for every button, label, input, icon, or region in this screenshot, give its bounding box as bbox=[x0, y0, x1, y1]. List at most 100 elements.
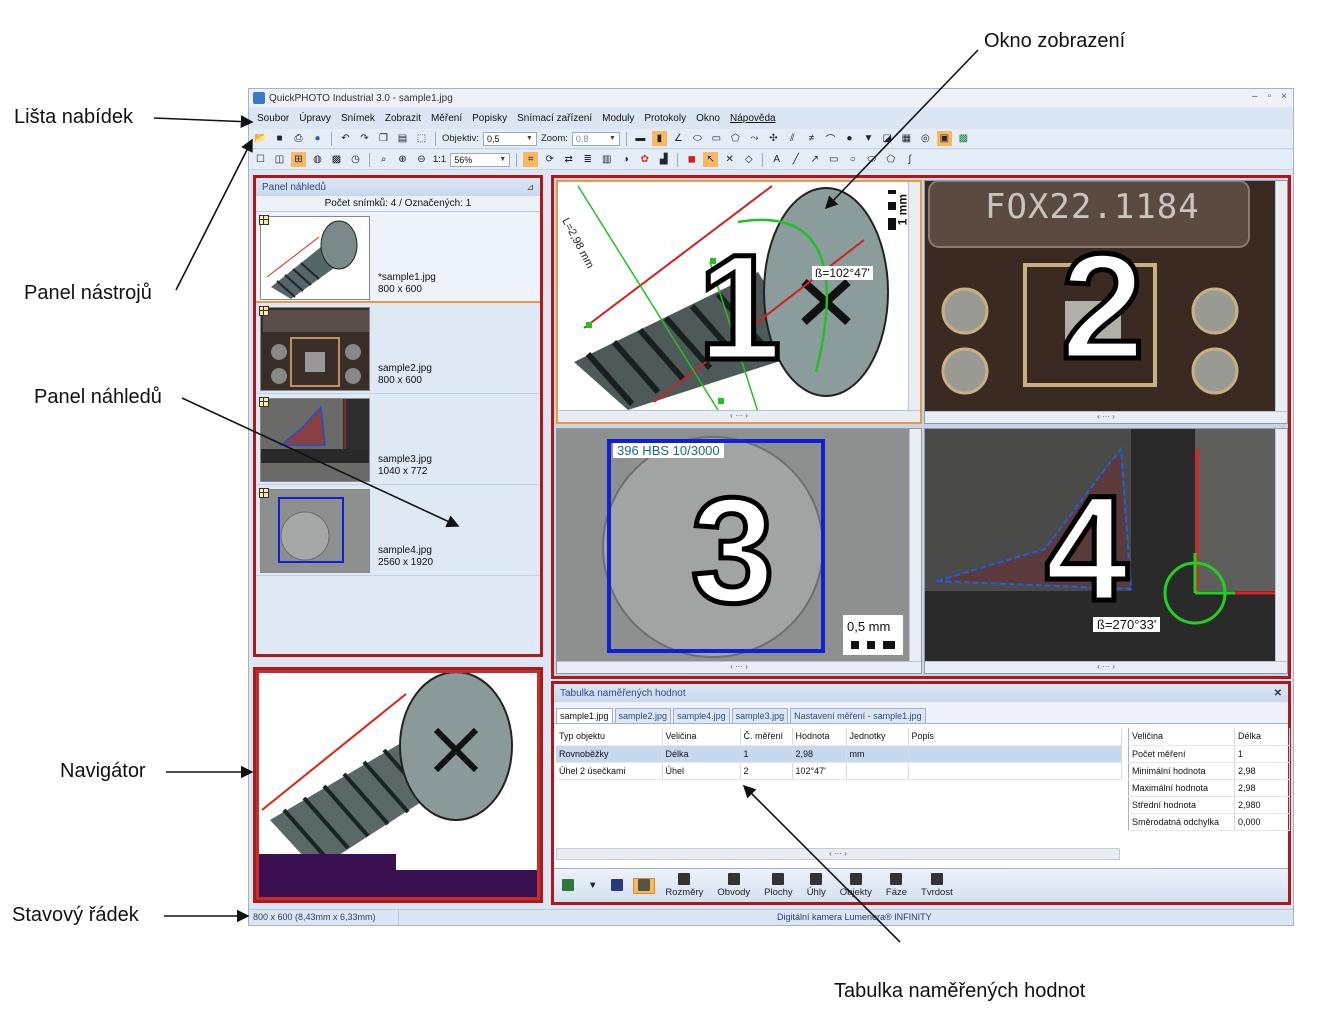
table-horizontal-scrollbar[interactable]: ‹ ··· › bbox=[556, 848, 1120, 860]
column-header[interactable]: Typ objektu bbox=[556, 728, 663, 746]
tab-sample2[interactable]: sample2.jpg bbox=[614, 708, 672, 723]
menu-snimaci-zarizeni[interactable]: Snímací zařízení bbox=[517, 113, 592, 124]
color-icon[interactable]: ✿ bbox=[637, 152, 652, 167]
clock-icon[interactable]: ◷ bbox=[348, 152, 363, 167]
image-view-3[interactable]: 396 HBS 10/3000 0,5 mm 3 ‹ ··· › bbox=[556, 428, 922, 674]
image-view-4[interactable]: ß=270°33' 4 ‹ ··· › bbox=[924, 428, 1288, 674]
menu-mereni[interactable]: Měření bbox=[431, 113, 462, 124]
horizontal-scrollbar[interactable]: ‹ ··· › bbox=[925, 411, 1287, 423]
restore-button[interactable]: ▫ bbox=[1268, 91, 1272, 102]
tab-sample4[interactable]: sample4.jpg bbox=[673, 708, 730, 723]
navigator-panel[interactable] bbox=[253, 667, 543, 903]
eraser-icon[interactable]: ◇ bbox=[741, 152, 756, 167]
angle-tool-icon[interactable]: ∠ bbox=[671, 131, 686, 146]
panorama-icon[interactable]: ▥ bbox=[599, 152, 614, 167]
grid-icon[interactable]: ▦ bbox=[899, 131, 914, 146]
tab-sample3[interactable]: sample3.jpg bbox=[731, 708, 789, 723]
vertical-scale-icon[interactable]: ▮ bbox=[651, 131, 667, 146]
column-header[interactable]: Popis bbox=[908, 728, 1122, 746]
column-header[interactable]: Jednotky bbox=[846, 728, 909, 746]
target-icon[interactable]: ◎ bbox=[918, 131, 933, 146]
line-tool-icon[interactable]: ╱ bbox=[788, 152, 803, 167]
lines-tool-icon[interactable]: ⫽ bbox=[785, 131, 800, 146]
close-icon[interactable]: ✕ bbox=[1274, 688, 1282, 699]
horizontal-scrollbar[interactable]: ‹ ··· › bbox=[557, 661, 921, 673]
excel-icon[interactable]: ▩ bbox=[956, 131, 971, 146]
table-row[interactable]: Úhel 2 úsečkami Úhel 2 102°47' bbox=[556, 762, 1122, 780]
thumbnail-item[interactable]: *sample1.jpg 800 x 600 bbox=[256, 212, 540, 303]
rect-tool-icon[interactable]: ▭ bbox=[709, 131, 724, 146]
thumbnail-item[interactable]: sample3.jpg 1040 x 772 bbox=[256, 394, 540, 485]
zoom-fit-icon[interactable]: ⌕ bbox=[376, 152, 391, 167]
image-view-2[interactable]: FOX22.1184 2 ‹ ··· › bbox=[924, 180, 1288, 424]
globe-icon[interactable]: ◍ bbox=[310, 152, 325, 167]
perimeters-button[interactable]: Obvody bbox=[713, 873, 754, 898]
histogram-icon[interactable]: ▟ bbox=[656, 152, 671, 167]
export-button[interactable] bbox=[607, 878, 627, 893]
thumbnail-item[interactable]: sample4.jpg 2560 x 1920 bbox=[256, 485, 540, 576]
parallel-tool-icon[interactable]: ≠ bbox=[804, 131, 819, 146]
menu-snimek[interactable]: Snímek bbox=[341, 113, 375, 124]
vertical-scrollbar[interactable] bbox=[908, 182, 920, 422]
zoom-select[interactable]: 0,8 ▼ bbox=[571, 131, 620, 146]
menu-napoveda[interactable]: Nápověda bbox=[730, 113, 776, 124]
measurement-settings-button[interactable] bbox=[558, 878, 578, 893]
layout-single-icon[interactable]: ☐ bbox=[253, 152, 268, 167]
menu-okno[interactable]: Okno bbox=[696, 113, 720, 124]
hardness-tool-icon[interactable]: ▼ bbox=[861, 131, 876, 146]
menu-popisky[interactable]: Popisky bbox=[472, 113, 507, 124]
vertical-scrollbar[interactable] bbox=[1275, 181, 1287, 423]
dropdown-button[interactable]: ▼ bbox=[584, 880, 601, 891]
areas-button[interactable]: Plochy bbox=[760, 873, 797, 898]
open-icon[interactable]: 📂 bbox=[253, 131, 268, 146]
flip-icon[interactable]: ⇄ bbox=[561, 152, 576, 167]
tab-sample1[interactable]: sample1.jpg bbox=[556, 708, 613, 723]
ellipse-draw-icon[interactable]: ⬭ bbox=[864, 152, 879, 167]
paste-icon[interactable]: ▤ bbox=[395, 131, 410, 146]
menu-soubor[interactable]: Soubor bbox=[257, 113, 289, 124]
point-tool-icon[interactable]: ✣ bbox=[766, 131, 781, 146]
circle-draw-icon[interactable]: ○ bbox=[845, 152, 860, 167]
polygon-tool-icon[interactable]: ⬠ bbox=[728, 131, 743, 146]
delete-icon[interactable]: ✕ bbox=[722, 152, 737, 167]
undo-icon[interactable]: ↶ bbox=[338, 131, 353, 146]
close-button[interactable]: × bbox=[1281, 91, 1287, 102]
copy-icon[interactable]: ❐ bbox=[376, 131, 391, 146]
zoom-in-icon[interactable]: ⊕ bbox=[395, 152, 410, 167]
stack-icon[interactable]: ≣ bbox=[580, 152, 595, 167]
film-icon[interactable]: ▩ bbox=[329, 152, 344, 167]
curve-tool-icon[interactable]: ⤳ bbox=[747, 131, 762, 146]
print-icon[interactable]: ⎙ bbox=[291, 131, 306, 146]
menu-protokoly[interactable]: Protokoly bbox=[644, 113, 686, 124]
horizontal-scrollbar[interactable]: ‹ ··· › bbox=[925, 661, 1287, 673]
column-header[interactable]: Veličina bbox=[662, 728, 741, 746]
horizontal-scrollbar[interactable]: ‹ ··· › bbox=[558, 410, 920, 422]
pin-icon[interactable]: ⊿ bbox=[526, 182, 534, 193]
table-view-icon[interactable]: ▣ bbox=[936, 131, 952, 146]
zoom-out-icon[interactable]: ⊖ bbox=[414, 152, 429, 167]
redo-icon[interactable]: ↷ bbox=[357, 131, 372, 146]
threshold-icon[interactable]: ◪ bbox=[880, 131, 895, 146]
contrast-icon[interactable]: ◑ bbox=[618, 152, 633, 167]
objects-button[interactable]: Objekty bbox=[836, 873, 876, 898]
tab-settings[interactable]: Nastavení měření - sample1.jpg bbox=[790, 708, 926, 723]
vertical-scrollbar[interactable] bbox=[1275, 429, 1287, 673]
freeform-draw-icon[interactable]: ⬠ bbox=[883, 152, 898, 167]
select-area-icon[interactable]: ⬚ bbox=[414, 131, 429, 146]
thumbnail-item[interactable]: sample2.jpg 800 x 600 bbox=[256, 303, 540, 394]
image-view-1[interactable]: L=2,98 mm 1 mm ß=102°47' 1 ‹ ··· › bbox=[556, 180, 922, 424]
objective-select[interactable]: 0,5 ▼ bbox=[482, 131, 537, 146]
menu-zobrazit[interactable]: Zobrazit bbox=[385, 113, 421, 124]
rotate-icon[interactable]: ⟳ bbox=[542, 152, 557, 167]
minimize-button[interactable]: – bbox=[1252, 91, 1258, 102]
angles-button[interactable]: Úhly bbox=[803, 873, 830, 898]
scale-bar-icon[interactable]: ▬ bbox=[633, 131, 648, 146]
vertical-scrollbar[interactable] bbox=[909, 429, 921, 673]
rectangle-draw-icon[interactable]: ▭ bbox=[826, 152, 841, 167]
menu-upravy[interactable]: Úpravy bbox=[299, 113, 331, 124]
hardness-button[interactable]: Tvrdost bbox=[917, 873, 957, 898]
arrow-tool-icon[interactable]: ↗ bbox=[807, 152, 822, 167]
info-icon[interactable]: ● bbox=[310, 131, 325, 146]
menu-moduly[interactable]: Moduly bbox=[602, 113, 634, 124]
fill-tool-icon[interactable]: ● bbox=[842, 131, 857, 146]
